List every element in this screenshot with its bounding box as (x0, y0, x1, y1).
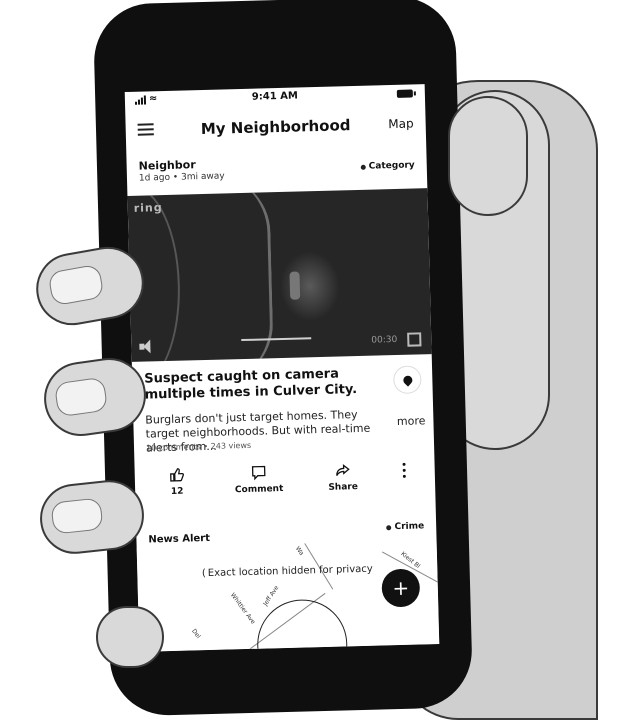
post-header: Neighbor 1d ago • 3mi away Category (138, 152, 415, 189)
more-options-icon[interactable] (397, 462, 412, 487)
video-timestamp: 00:30 (371, 334, 398, 346)
approximate-location-circle (256, 598, 349, 652)
street-label: Del (190, 627, 202, 640)
video-scene-gate (148, 188, 275, 362)
news-alert-header: News Alert Crime (148, 520, 424, 546)
video-scene-person (289, 271, 301, 300)
ring-logo: ring (133, 201, 163, 215)
share-arrow-icon (336, 464, 350, 476)
privacy-note-text: Exact location hidden for privacy (207, 563, 373, 580)
post-headline[interactable]: Suspect caught on camera multiple times … (144, 366, 375, 404)
alert-tag-label: Crime (394, 521, 425, 533)
tag-dot-icon (386, 524, 392, 530)
street-label: Jeff Ave (262, 584, 281, 608)
more-link[interactable]: more (397, 414, 426, 428)
map-pin-icon (400, 373, 414, 387)
video-scene-floor (241, 337, 312, 342)
location-pin-button[interactable] (394, 366, 421, 394)
page-title: My Neighborhood (200, 116, 351, 139)
post-category-badge: Category (360, 160, 415, 172)
video-scene-light (278, 250, 341, 323)
comment-label: Comment (234, 484, 284, 496)
post-category-label: Category (368, 160, 415, 172)
scene: ≈ 9:41 AM My Neighborhood Map Neighbor 1… (0, 0, 621, 722)
category-dot-icon (360, 164, 366, 170)
finger-bottom (96, 606, 164, 668)
share-button[interactable]: Share (313, 462, 374, 494)
like-count: 12 (170, 486, 184, 497)
alert-type: News Alert (148, 532, 211, 546)
like-button[interactable]: 12 (147, 466, 208, 498)
share-label: Share (328, 482, 359, 493)
street-label: Whittier Ave (228, 591, 257, 626)
map-link[interactable]: Map (388, 116, 414, 131)
street-label: Wa (293, 545, 305, 557)
thumbs-up-icon (170, 468, 184, 482)
fullscreen-icon[interactable] (407, 332, 422, 347)
status-time: 9:41 AM (251, 90, 299, 103)
alert-tag-badge: Crime (386, 521, 424, 532)
comment-button[interactable]: Comment (229, 464, 290, 496)
action-bar: 12 Comment Share (135, 460, 436, 512)
battery-icon (396, 89, 413, 98)
video-player[interactable]: ring 00:30 (127, 188, 432, 362)
volume-icon[interactable] (139, 339, 155, 353)
thumb-tip (448, 96, 528, 216)
comment-icon (251, 465, 266, 481)
app-screen: ≈ 9:41 AM My Neighborhood Map Neighbor 1… (124, 84, 440, 652)
app-header: My Neighborhood Map (125, 108, 426, 146)
